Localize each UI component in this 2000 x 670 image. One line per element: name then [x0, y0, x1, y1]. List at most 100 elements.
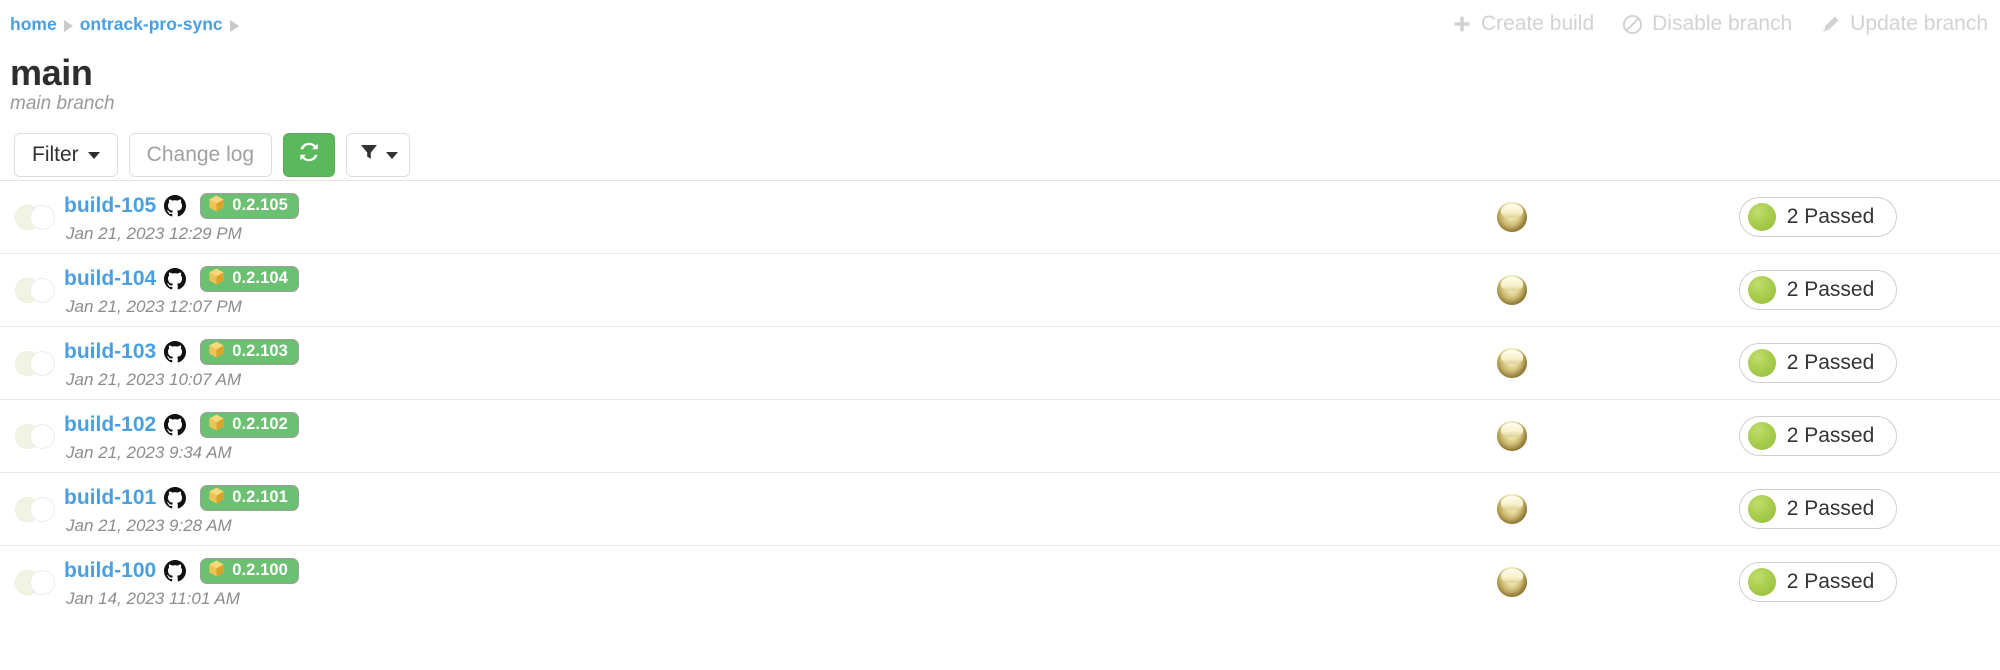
chevron-down-icon	[87, 151, 100, 159]
github-icon[interactable]	[164, 267, 187, 290]
breadcrumb-item-home[interactable]: home	[10, 14, 57, 35]
version-badge[interactable]: 0.2.101	[200, 484, 299, 511]
disable-branch-action[interactable]: Disable branch	[1622, 12, 1792, 36]
branch-page: home ontrack-pro-sync Create build Disab…	[0, 0, 2000, 670]
gold-promotion-icon[interactable]	[1497, 275, 1527, 305]
passed-dot-icon	[1747, 495, 1776, 523]
github-icon[interactable]	[164, 413, 187, 436]
status-badge[interactable]: 2 Passed	[1738, 343, 1898, 383]
github-icon[interactable]	[164, 486, 187, 509]
refresh-icon	[297, 140, 321, 170]
package-icon	[207, 340, 226, 364]
github-icon[interactable]	[164, 559, 187, 582]
build-promotions	[1362, 567, 1662, 597]
toolbar: Filter Change log	[14, 133, 411, 177]
build-info: build-105 0.2.105 Jan 21, 2023 12:29 PM	[62, 191, 1362, 244]
breadcrumb: home ontrack-pro-sync	[10, 14, 239, 35]
build-link[interactable]: build-105	[64, 194, 156, 218]
build-selection-toggle[interactable]	[0, 277, 62, 303]
funnel-icon	[359, 142, 379, 168]
twin-circles-icon	[15, 204, 55, 230]
version-label: 0.2.105	[232, 196, 288, 214]
build-promotions	[1362, 202, 1662, 232]
change-log-button[interactable]: Change log	[128, 133, 273, 177]
status-badge[interactable]: 2 Passed	[1738, 562, 1898, 602]
build-info: build-100 0.2.100 Jan 14, 2023 11:01 AM	[62, 556, 1362, 609]
build-validations: 2 Passed	[1662, 270, 2000, 310]
table-row: build-101 0.2.101 Jan 21, 2023 9:28 AM 2…	[0, 472, 2000, 545]
refresh-button[interactable]	[283, 133, 336, 177]
chevron-down-icon	[385, 151, 398, 159]
build-link[interactable]: build-104	[64, 267, 156, 291]
gold-promotion-icon[interactable]	[1497, 202, 1527, 232]
status-badge[interactable]: 2 Passed	[1738, 489, 1898, 529]
build-selection-toggle[interactable]	[0, 204, 62, 230]
github-icon[interactable]	[164, 340, 187, 363]
validation-label: 2 Passed	[1786, 278, 1875, 301]
status-badge[interactable]: 2 Passed	[1738, 197, 1898, 237]
build-selection-toggle[interactable]	[0, 423, 62, 449]
build-info: build-103 0.2.103 Jan 21, 2023 10:07 AM	[62, 337, 1362, 390]
passed-dot-icon	[1747, 203, 1776, 231]
passed-dot-icon	[1747, 568, 1776, 596]
filter-options-button[interactable]	[346, 133, 411, 177]
breadcrumb-item-project[interactable]: ontrack-pro-sync	[80, 14, 223, 35]
version-badge[interactable]: 0.2.100	[200, 557, 299, 584]
gold-promotion-icon[interactable]	[1497, 494, 1527, 524]
page-title: main	[10, 52, 93, 93]
build-promotions	[1362, 494, 1662, 524]
version-label: 0.2.103	[232, 342, 288, 360]
github-icon[interactable]	[164, 194, 187, 217]
build-info: build-102 0.2.102 Jan 21, 2023 9:34 AM	[62, 410, 1362, 463]
update-branch-action[interactable]: Update branch	[1820, 12, 1988, 36]
build-timestamp: Jan 21, 2023 12:29 PM	[66, 223, 242, 243]
version-badge[interactable]: 0.2.105	[200, 192, 299, 219]
build-link[interactable]: build-100	[64, 559, 156, 583]
table-row: build-102 0.2.102 Jan 21, 2023 9:34 AM 2…	[0, 399, 2000, 472]
status-badge[interactable]: 2 Passed	[1738, 416, 1898, 456]
version-badge[interactable]: 0.2.103	[200, 338, 299, 365]
build-timestamp: Jan 21, 2023 10:07 AM	[66, 369, 242, 389]
build-promotions	[1362, 421, 1662, 451]
twin-circles-icon	[15, 277, 55, 303]
create-build-label: Create build	[1480, 12, 1595, 35]
validation-label: 2 Passed	[1786, 570, 1875, 593]
passed-dot-icon	[1747, 276, 1776, 304]
package-icon	[207, 486, 226, 510]
version-badge[interactable]: 0.2.102	[200, 411, 299, 438]
table-row: build-104 0.2.104 Jan 21, 2023 12:07 PM …	[0, 253, 2000, 326]
filter-button[interactable]: Filter	[14, 133, 118, 177]
version-label: 0.2.100	[232, 561, 288, 579]
build-validations: 2 Passed	[1662, 489, 2000, 529]
status-badge[interactable]: 2 Passed	[1738, 270, 1898, 310]
build-selection-toggle[interactable]	[0, 350, 62, 376]
build-link[interactable]: build-102	[64, 413, 156, 437]
build-timestamp: Jan 21, 2023 9:34 AM	[66, 442, 232, 462]
table-row: build-105 0.2.105 Jan 21, 2023 12:29 PM …	[0, 180, 2000, 253]
build-promotions	[1362, 275, 1662, 305]
build-selection-toggle[interactable]	[0, 569, 62, 595]
build-selection-toggle[interactable]	[0, 496, 62, 522]
page-actions: Create build Disable branch Update branc…	[1452, 12, 1988, 36]
gold-promotion-icon[interactable]	[1497, 421, 1527, 451]
breadcrumb-separator-icon	[63, 19, 73, 32]
twin-circles-icon	[15, 423, 55, 449]
version-badge[interactable]: 0.2.104	[200, 265, 299, 292]
disable-branch-label: Disable branch	[1652, 12, 1793, 35]
build-promotions	[1362, 348, 1662, 378]
passed-dot-icon	[1747, 349, 1776, 377]
package-icon	[207, 559, 226, 583]
gold-promotion-icon[interactable]	[1497, 348, 1527, 378]
build-link[interactable]: build-101	[64, 486, 156, 510]
ban-icon	[1622, 14, 1643, 35]
pencil-icon	[1820, 14, 1841, 35]
twin-circles-icon	[15, 569, 55, 595]
gold-promotion-icon[interactable]	[1497, 567, 1527, 597]
build-link[interactable]: build-103	[64, 340, 156, 364]
create-build-action[interactable]: Create build	[1452, 12, 1594, 36]
version-label: 0.2.101	[232, 488, 288, 506]
page-subtitle: main branch	[10, 93, 115, 114]
twin-circles-icon	[15, 350, 55, 376]
package-icon	[207, 413, 226, 437]
version-label: 0.2.102	[232, 415, 288, 433]
